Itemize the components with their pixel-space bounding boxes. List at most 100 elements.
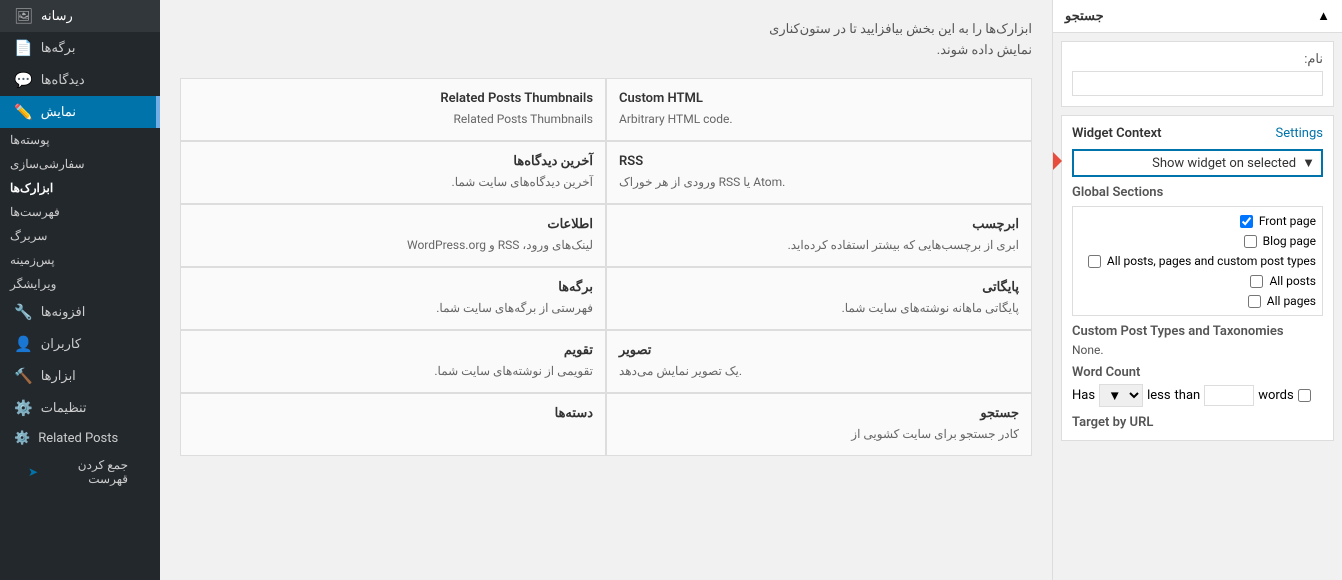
word-count-label: Word Count (1072, 365, 1323, 380)
sidebar-item-کاربران[interactable]: کاربران 👤 (0, 328, 160, 360)
card-desc: کادر جستجو برای سایت کشویی از (619, 425, 1019, 443)
name-label: نام: (1072, 52, 1323, 67)
widget-card-archives[interactable]: پایگاتی پایگاتی ماهانه نوشته‌های سایت شم… (606, 267, 1032, 330)
sidebar-item-دیدگاه‌ها[interactable]: دیدگاه‌ها 💬 (0, 64, 160, 96)
card-desc: فهرستی از برگه‌های سایت شما. (193, 299, 593, 317)
checkbox-all-pages: All pages (1079, 291, 1316, 311)
card-title: برگه‌ها (193, 280, 593, 295)
widget-card-custom-html[interactable]: Custom HTML Arbitrary HTML code. (606, 78, 1032, 141)
all-posts-pages-checkbox[interactable] (1088, 255, 1101, 268)
widget-card-search[interactable]: جستجو کادر جستجو برای سایت کشویی از (606, 393, 1032, 456)
all-pages-label: All pages (1267, 294, 1316, 308)
sidebar-item-پس‌زمینه[interactable]: پس‌زمینه (0, 248, 132, 272)
dropdown-value: Show widget on selected (1080, 156, 1296, 171)
word-count-less: less (1147, 388, 1170, 403)
word-count-than: than (1175, 388, 1201, 403)
widget-panel: ▲ جستجو نام: Settings Widget Context (1052, 0, 1342, 580)
related-posts-label: Related Posts (38, 431, 118, 446)
sidebar-item-label: کاربران (41, 337, 81, 352)
card-desc: پایگاتی ماهانه نوشته‌های سایت شما. (619, 299, 1019, 317)
blog-page-checkbox[interactable] (1244, 235, 1257, 248)
settings-link[interactable]: Settings (1276, 126, 1323, 141)
blog-page-label: Blog page (1263, 234, 1316, 248)
widget-context-section: Settings Widget Context ▼ Show widget on… (1061, 115, 1334, 441)
custom-post-section: Custom Post Types and Taxonomies None. (1072, 324, 1323, 357)
checkbox-list: Front page Blog page All posts, pages an… (1072, 206, 1323, 316)
sidebar-item-جمع-قهرست[interactable]: جمع کردن قهرست ➤ (0, 453, 160, 491)
card-title: تقویم (193, 343, 593, 358)
sidebar-item-label: ویرایشگر (10, 277, 56, 291)
intro-line2: نمایش داده شوند. (180, 41, 1032, 62)
sidebar-item-رسانه[interactable]: رسانه 🖼 (0, 0, 160, 32)
sidebar-item-label: تنظیمات (41, 401, 87, 416)
plugins-icon: 🔧 (14, 303, 33, 321)
name-input[interactable] (1072, 71, 1323, 96)
card-desc: Arbitrary HTML code. (619, 110, 1019, 128)
intro-line1: ابزارک‌ها را به این بخش بیافزایید تا در … (180, 20, 1032, 41)
widget-card-rss[interactable]: RSS ورودی از هر خوراک RSS یا Atom. (606, 141, 1032, 204)
related-posts-icon: ⚙️ (14, 431, 30, 446)
sidebar-item-label: سربرگ (10, 229, 47, 243)
card-title: تصویر (619, 343, 1019, 358)
custom-post-label: Custom Post Types and Taxonomies (1072, 324, 1323, 339)
sidebar-item-label: جمع کردن قهرست (46, 458, 128, 486)
main-content: ▲ جستجو نام: Settings Widget Context (160, 0, 1342, 580)
widget-card-related-posts-thumbnails[interactable]: Related Posts Thumbnails Related Posts T… (180, 78, 606, 141)
widget-card-recent-comments[interactable]: آخرین دیدگاه‌ها آخرین دیدگاه‌های سایت شم… (180, 141, 606, 204)
word-count-select1[interactable]: ▼ (1099, 384, 1143, 407)
sidebar-item-افزونه‌ها[interactable]: افزونه‌ها 🔧 (0, 296, 160, 328)
appearance-icon: ✏️ (14, 103, 33, 121)
sidebar-item-related-posts[interactable]: Related Posts ⚙️ (0, 424, 160, 453)
card-title: اطلاعات (193, 217, 593, 232)
sidebar-item-فهرست‌ها[interactable]: فهرست‌ها (0, 200, 132, 224)
widget-card-meta[interactable]: اطلاعات لینک‌های ورود، RSS و WordPress.o… (180, 204, 606, 267)
widget-select-row[interactable]: ▼ Show widget on selected (1072, 149, 1323, 177)
widget-context-title: Widget Context (1072, 126, 1162, 141)
word-count-words: words (1258, 388, 1294, 403)
front-page-checkbox[interactable] (1240, 215, 1253, 228)
card-title: آخرین دیدگاه‌ها (193, 154, 593, 169)
card-title: Custom HTML (619, 91, 1019, 106)
card-desc: تقویمی از نوشته‌های سایت شما. (193, 362, 593, 380)
sidebar-item-label: ابزارک‌ها (10, 181, 53, 195)
card-desc: یک تصویر نمایش می‌دهد. (619, 362, 1019, 380)
sidebar-item-label: پوسته‌ها (10, 133, 50, 147)
sidebar-item-نمایش[interactable]: نمایش ✏️ (0, 96, 160, 128)
all-posts-checkbox[interactable] (1250, 275, 1263, 288)
sidebar-item-ابزارک‌ها[interactable]: ابزارک‌ها (0, 176, 132, 200)
widget-grid: Custom HTML Arbitrary HTML code. Related… (180, 78, 1032, 456)
target-url-section: Target by URL (1072, 415, 1323, 430)
sidebar-item-label: رسانه (41, 9, 73, 24)
word-count-has: Has (1072, 388, 1095, 403)
word-count-input[interactable] (1204, 385, 1254, 406)
search-widget-header[interactable]: ▲ جستجو (1053, 0, 1342, 33)
custom-post-value: None. (1072, 343, 1323, 357)
sidebar-item-پوسته‌ها[interactable]: پوسته‌ها (0, 128, 132, 152)
sidebar-item-برگه‌ها[interactable]: برگه‌ها 📄 (0, 32, 160, 64)
front-page-label: Front page (1259, 214, 1316, 228)
card-title: جستجو (619, 406, 1019, 421)
sidebar-item-سربرگ[interactable]: سربرگ (0, 224, 132, 248)
checkbox-front-page: Front page (1079, 211, 1316, 231)
collapse-icon: ▲ (1317, 8, 1330, 24)
widget-card-categories[interactable]: دسته‌ها (180, 393, 606, 456)
widget-card-image[interactable]: تصویر یک تصویر نمایش می‌دهد. (606, 330, 1032, 393)
sidebar-item-label: دیدگاه‌ها (41, 73, 85, 88)
settings-icon: ⚙️ (14, 399, 33, 417)
widget-card-pages[interactable]: برگه‌ها فهرستی از برگه‌های سایت شما. (180, 267, 606, 330)
sidebar-item-ویرایشگر[interactable]: ویرایشگر (0, 272, 132, 296)
word-count-checkbox[interactable] (1298, 389, 1311, 402)
all-posts-pages-label: All posts, pages and custom post types (1107, 254, 1316, 268)
sidebar-item-label: برگه‌ها (41, 41, 76, 56)
sidebar-item-label: افزونه‌ها (41, 305, 86, 320)
all-pages-checkbox[interactable] (1248, 295, 1261, 308)
widget-card-tag-cloud[interactable]: ابرچسب ابری از برچسب‌هایی که بیشتر استفا… (606, 204, 1032, 267)
widget-card-calendar[interactable]: تقویم تقویمی از نوشته‌های سایت شما. (180, 330, 606, 393)
sidebar-item-ابزارها[interactable]: ابزارها 🔨 (0, 360, 160, 392)
word-count-row: Has ▼ less than words (1072, 384, 1323, 407)
checkbox-all-posts: All posts (1079, 271, 1316, 291)
media-icon: 🖼 (14, 7, 33, 25)
sidebar-item-تنظیمات[interactable]: تنظیمات ⚙️ (0, 392, 160, 424)
card-title: Related Posts Thumbnails (193, 91, 593, 106)
sidebar-item-سفارشی‌سازی[interactable]: سفارشی‌سازی (0, 152, 132, 176)
